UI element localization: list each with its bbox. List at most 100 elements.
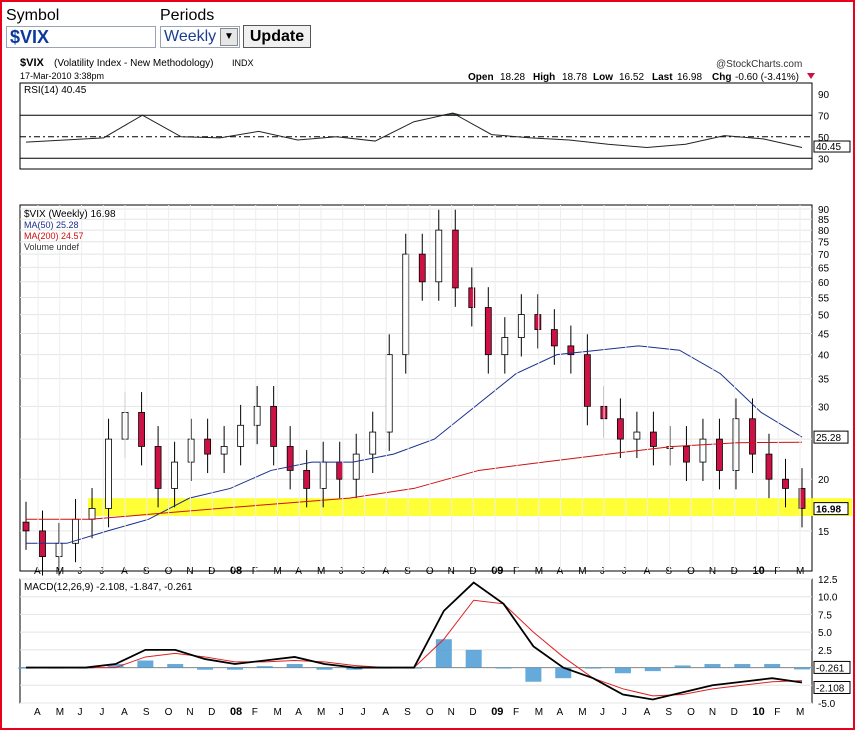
macd-histogram-bar bbox=[614, 667, 631, 674]
open-value: 18.28 bbox=[500, 72, 525, 83]
macd-x-tick-label: J bbox=[600, 707, 605, 718]
macd-tick-label: 7.5 bbox=[818, 610, 832, 621]
candle-body bbox=[220, 446, 228, 455]
candle-body bbox=[435, 229, 443, 283]
macd-x-tick-label: A bbox=[557, 707, 564, 718]
price-tick-label: 55 bbox=[818, 293, 830, 304]
candle-body bbox=[237, 424, 245, 447]
legend-volume: Volume undef bbox=[24, 242, 80, 252]
macd-x-tick-label: F bbox=[252, 707, 258, 718]
macd-tick-label: 2.5 bbox=[818, 646, 832, 657]
macd-x-tick-label: N bbox=[448, 707, 455, 718]
candle-body bbox=[88, 508, 96, 520]
macd-x-tick-label: F bbox=[513, 707, 519, 718]
candle-body bbox=[534, 314, 542, 330]
macd-histogram-bar bbox=[794, 667, 810, 670]
macd-x-tick-label: N bbox=[709, 707, 716, 718]
price-tick-label: 30 bbox=[818, 402, 830, 413]
macd-tick-label: 12.5 bbox=[818, 575, 838, 586]
macd-histogram-bar bbox=[256, 666, 273, 668]
macd-x-tick-label: J bbox=[99, 707, 104, 718]
high-value: 18.78 bbox=[562, 72, 587, 83]
macd-x-tick-label: O bbox=[687, 707, 695, 718]
macd-x-tick-label: 10 bbox=[752, 706, 764, 718]
macd-x-tick-label: 08 bbox=[230, 706, 242, 718]
open-label: Open bbox=[468, 72, 494, 83]
candle-body bbox=[616, 418, 624, 440]
support-band bbox=[88, 498, 852, 516]
last-value: 16.98 bbox=[677, 72, 702, 83]
price-panel bbox=[19, 204, 813, 572]
macd-x-tick-label: J bbox=[339, 707, 344, 718]
macd-x-tick-label: S bbox=[665, 707, 672, 718]
macd-histogram-bar bbox=[226, 667, 243, 670]
macd-histogram-bar bbox=[495, 667, 512, 669]
macd-x-tick-label: J bbox=[361, 707, 366, 718]
macd-x-tick-label: M bbox=[535, 707, 543, 718]
candle-body bbox=[154, 446, 162, 489]
macd-x-tick-label: O bbox=[426, 707, 434, 718]
candle-body bbox=[385, 354, 393, 433]
candle-body bbox=[105, 438, 112, 509]
candle-body bbox=[633, 431, 641, 440]
macd-tick-label: 5.0 bbox=[818, 628, 832, 639]
last-label: Last bbox=[652, 72, 673, 83]
price-tick-label: 60 bbox=[818, 278, 830, 289]
header-name: (Volatility Index - New Methodology) bbox=[54, 58, 214, 69]
macd-histogram-bar bbox=[286, 664, 303, 668]
legend-ma50: MA(50) 25.28 bbox=[24, 220, 79, 230]
candle-body bbox=[270, 405, 278, 447]
macd-histogram-bar bbox=[734, 664, 751, 668]
candle-body bbox=[765, 453, 773, 480]
price-title: $VIX (Weekly) 16.98 bbox=[24, 209, 116, 220]
rsi-tick-label: 30 bbox=[818, 154, 830, 165]
macd-x-tick-label: 09 bbox=[491, 706, 503, 718]
macd-x-tick-label: O bbox=[165, 707, 173, 718]
price-tick-label: 35 bbox=[818, 375, 830, 386]
macd-histogram-bar bbox=[674, 665, 691, 668]
price-tick-label: 50 bbox=[818, 311, 830, 322]
macd-x-tick-label: A bbox=[121, 707, 128, 718]
chg-value: -0.60 (-3.41%) bbox=[735, 72, 799, 83]
rsi-tick-label: 90 bbox=[818, 90, 830, 101]
chg-label: Chg bbox=[712, 72, 731, 83]
rsi-tick-label: 70 bbox=[818, 111, 830, 122]
rsi-panel bbox=[19, 82, 813, 170]
candle-body bbox=[683, 446, 690, 463]
price-tick-label: 20 bbox=[818, 475, 830, 486]
macd-histogram-bar bbox=[167, 664, 184, 668]
macd-x-tick-label: A bbox=[34, 707, 41, 718]
macd-x-tick-label: F bbox=[774, 707, 780, 718]
candle-body bbox=[253, 405, 261, 426]
price-tick-label: 45 bbox=[818, 329, 830, 340]
candle-body bbox=[749, 418, 756, 455]
macd-x-tick-label: M bbox=[796, 707, 804, 718]
macd-histogram-bar bbox=[704, 664, 721, 668]
candle-body bbox=[369, 431, 377, 455]
macd-x-tick-label: M bbox=[578, 707, 586, 718]
header-date: 17-Mar-2010 3:38pm bbox=[20, 71, 104, 81]
candle-body bbox=[699, 438, 707, 463]
header-exchange: INDX bbox=[232, 58, 254, 68]
macd-x-tick-label: M bbox=[56, 707, 64, 718]
price-tick-label: 65 bbox=[818, 263, 830, 274]
candle-body bbox=[501, 337, 509, 356]
down-arrow-icon bbox=[807, 73, 815, 79]
candle-body bbox=[451, 229, 459, 289]
candle-body bbox=[303, 470, 311, 489]
candle-body bbox=[732, 418, 740, 471]
macd-histogram-bar bbox=[525, 667, 542, 682]
macd-panel bbox=[19, 578, 813, 704]
macd-histogram-bar bbox=[644, 667, 661, 672]
price-x-tick-label: 09 bbox=[491, 565, 503, 577]
price-x-tick-label: F bbox=[774, 566, 780, 577]
price-tick-label: 70 bbox=[818, 250, 830, 261]
macd-tick-label: 10.0 bbox=[818, 593, 838, 604]
candle-body bbox=[138, 412, 145, 447]
candle-body bbox=[336, 461, 344, 480]
macd-tick-label: -5.0 bbox=[818, 699, 836, 710]
legend-ma200: MA(200) 24.57 bbox=[24, 231, 84, 241]
macd-histogram-bar bbox=[316, 667, 333, 670]
macd-histogram-bar bbox=[197, 667, 214, 670]
macd-x-tick-label: D bbox=[731, 707, 738, 718]
